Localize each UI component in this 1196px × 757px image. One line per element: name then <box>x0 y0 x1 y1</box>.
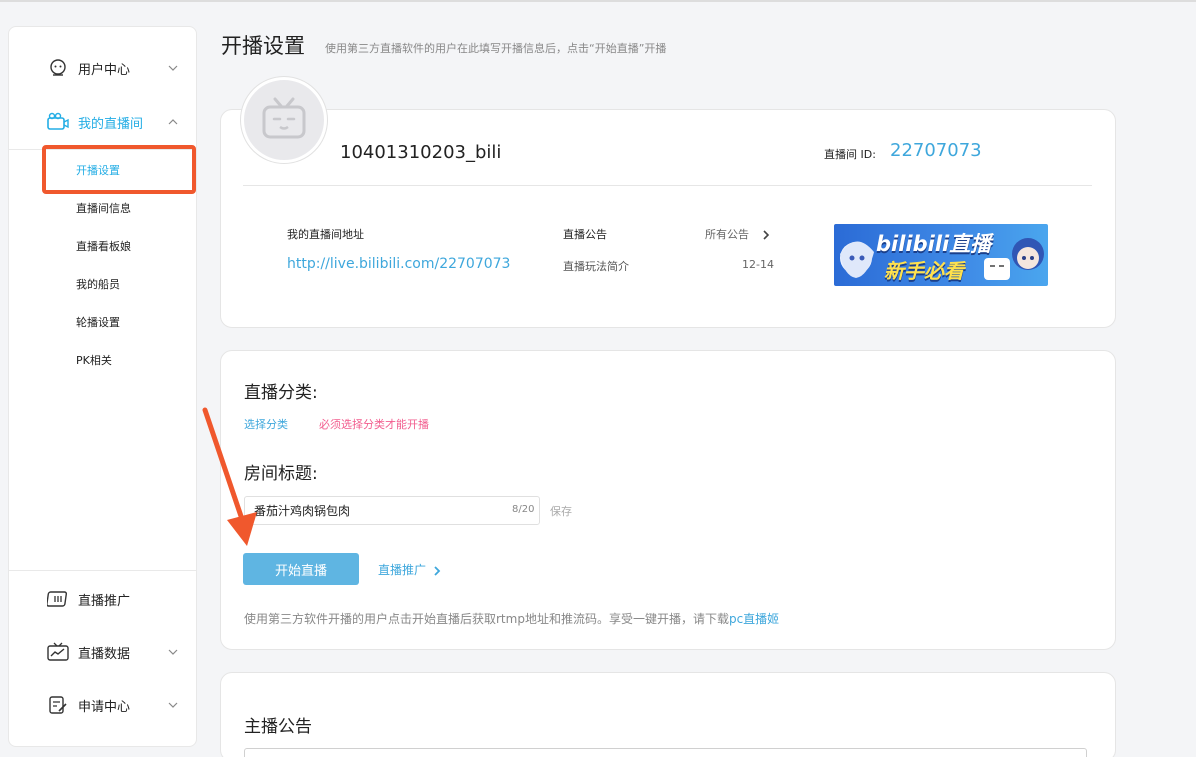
room-address-label: 我的直播间地址 <box>287 228 364 241</box>
user-icon <box>47 57 69 79</box>
announcement-textarea[interactable] <box>244 748 1087 757</box>
category-warning: 必须选择分类才能开播 <box>319 418 429 431</box>
chart-icon <box>47 641 69 663</box>
announcement-card <box>220 672 1116 757</box>
nav-apply-center[interactable]: 申请中心 <box>9 688 196 722</box>
sidebar-item-crew[interactable]: 我的船员 <box>76 276 120 292</box>
live-promotion-link[interactable]: 直播推广 <box>378 561 442 578</box>
newbie-guide-banner[interactable]: bilibili直播 新手必看 <box>834 224 1048 286</box>
nav-user-center-label: 用户中心 <box>78 62 131 78</box>
profile-separator <box>243 185 1092 186</box>
announcement-heading: 主播公告 <box>244 717 312 737</box>
tv-icon <box>47 111 69 133</box>
rtmp-footnote-text: 使用第三方软件开播的用户点击开始直播后获取rtmp地址和推流码。享受一键开播，请… <box>244 612 729 626</box>
banner-title: bilibili直播 <box>876 232 992 256</box>
chevron-right-icon <box>434 565 441 576</box>
chevron-right-icon <box>762 230 769 240</box>
notice-label: 直播公告 <box>563 228 607 241</box>
banner-subtitle: 新手必看 <box>884 259 964 283</box>
sidebar-item-carousel[interactable]: 轮播设置 <box>76 314 120 330</box>
chevron-down-icon <box>168 702 178 708</box>
save-title-button[interactable]: 保存 <box>550 503 572 519</box>
all-notices-label: 所有公告 <box>705 228 749 241</box>
nav-apply-center-label: 申请中心 <box>78 699 131 715</box>
sidebar-item-mascot[interactable]: 直播看板娘 <box>76 238 131 254</box>
promotion-icon <box>47 588 69 610</box>
sidebar: 用户中心 我的直播间 开播设置 直播间信息 直播看板娘 我的船员 轮播设置 PK… <box>8 26 197 747</box>
room-id-value: 22707073 <box>890 140 982 161</box>
chevron-down-icon <box>168 649 178 655</box>
sidebar-item-pk[interactable]: PK相关 <box>76 352 112 368</box>
nav-live-promotion[interactable]: 直播推广 <box>9 582 196 616</box>
form-icon <box>47 694 69 716</box>
start-live-button[interactable]: 开始直播 <box>243 553 359 585</box>
pc-live-app-link[interactable]: pc直播姬 <box>729 612 779 626</box>
nav-my-live-room[interactable]: 我的直播间 <box>9 105 196 139</box>
tv-mascot-icon <box>262 97 306 139</box>
all-notices-link[interactable]: 所有公告 <box>705 226 771 242</box>
rtmp-footnote: 使用第三方软件开播的用户点击开始直播后获取rtmp地址和推流码。享受一键开播，请… <box>244 610 779 627</box>
nav-live-promotion-label: 直播推广 <box>78 593 131 609</box>
top-border <box>0 0 1196 2</box>
chevron-down-icon <box>168 65 178 71</box>
page-title: 开播设置 <box>221 34 305 58</box>
room-address-link[interactable]: http://live.bilibili.com/22707073 <box>287 256 510 272</box>
nav-live-data[interactable]: 直播数据 <box>9 635 196 669</box>
title-char-count: 8/20 <box>512 504 535 515</box>
chevron-up-icon <box>168 119 178 125</box>
sidebar-item-room-info[interactable]: 直播间信息 <box>76 200 131 216</box>
notice-item-title[interactable]: 直播玩法简介 <box>563 258 629 274</box>
notice-item-date: 12-14 <box>742 258 774 271</box>
nav-user-center[interactable]: 用户中心 <box>9 51 196 85</box>
username: 10401310203_bili <box>340 142 502 163</box>
sidebar-divider-bottom <box>9 570 196 571</box>
live-promotion-link-label: 直播推广 <box>378 563 427 577</box>
room-title-input[interactable] <box>244 496 540 525</box>
highlight-annotation <box>42 145 196 194</box>
nav-my-live-room-label: 我的直播间 <box>78 116 144 132</box>
room-id-label: 直播间 ID: <box>824 148 876 161</box>
avatar <box>241 77 327 163</box>
annotation-arrow-icon <box>202 407 257 546</box>
nav-live-data-label: 直播数据 <box>78 646 131 662</box>
page-subtitle: 使用第三方直播软件的用户在此填写开播信息后，点击“开始直播”开播 <box>325 42 667 55</box>
